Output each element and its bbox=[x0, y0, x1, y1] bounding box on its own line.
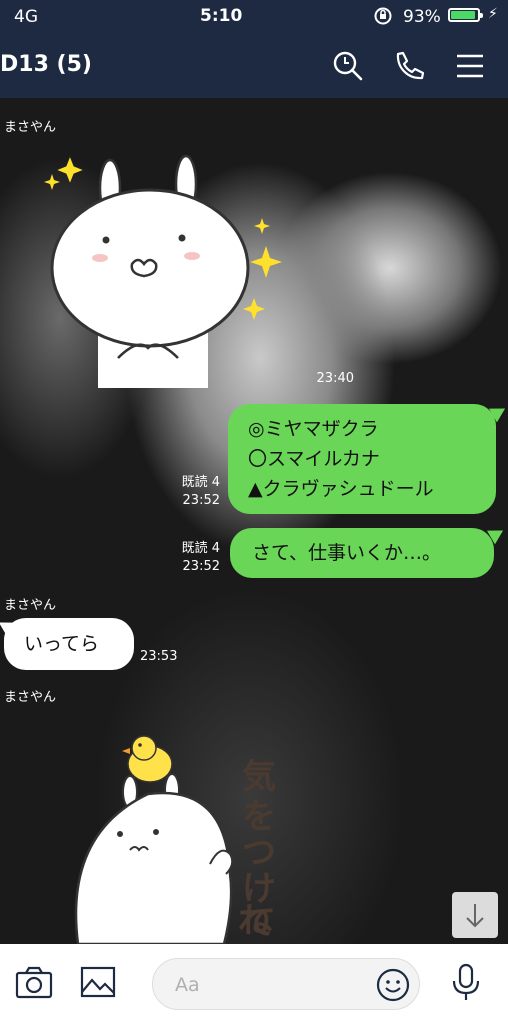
phone-icon[interactable] bbox=[390, 48, 426, 84]
search-icon[interactable] bbox=[330, 48, 366, 84]
battery-icon bbox=[448, 8, 483, 22]
microphone-icon[interactable] bbox=[446, 962, 486, 1002]
read-receipt: 既読 4 23:52 bbox=[166, 474, 220, 510]
svg-text:を: を bbox=[242, 797, 276, 837]
charging-bolt-icon: ⚡ bbox=[488, 6, 498, 22]
message-input[interactable] bbox=[173, 971, 357, 999]
message-bubble-outgoing[interactable]: さて、仕事いくか…。 bbox=[230, 528, 494, 578]
message-bubble-outgoing[interactable]: ◎ミヤマザクラ 〇スマイルカナ ▲クラヴァシュドール bbox=[228, 404, 496, 514]
sticker-text: ね bbox=[236, 898, 276, 944]
message-time: 23:53 bbox=[140, 649, 178, 664]
sticker-text-char: 気 bbox=[242, 757, 276, 797]
chat-title: D13 (5) bbox=[0, 52, 92, 77]
sender-name: まさやん bbox=[4, 690, 57, 705]
read-receipt: 既読 4 23:52 bbox=[166, 540, 220, 576]
message-time: 23:40 bbox=[316, 371, 354, 386]
message-time: 23:52 bbox=[182, 559, 220, 574]
rabbit-sparkle-sticker[interactable] bbox=[40, 148, 300, 388]
chat-area[interactable]: まさやん 23:40 既読 4 23:52 ◎ミヤマザクラ 〇スマイルカナ ▲ク… bbox=[0, 98, 508, 944]
message-line: 〇スマイルカナ bbox=[248, 448, 380, 470]
message-line: ▲クラヴァシュドール bbox=[248, 478, 434, 500]
emoji-icon[interactable] bbox=[375, 967, 411, 1003]
rotation-lock-icon bbox=[373, 6, 393, 31]
svg-text:ね: ね bbox=[238, 901, 272, 941]
message-time: 23:52 bbox=[182, 493, 220, 508]
message-text: さて、仕事いくか…。 bbox=[252, 542, 442, 564]
scroll-down-icon bbox=[466, 904, 484, 928]
status-bar: 4G 5:10 93% ⚡ bbox=[0, 0, 508, 32]
image-icon[interactable] bbox=[78, 962, 118, 1002]
scroll-down-button[interactable] bbox=[452, 892, 498, 938]
menu-icon[interactable] bbox=[452, 48, 488, 84]
read-count: 既読 4 bbox=[181, 541, 220, 556]
camera-icon[interactable] bbox=[14, 962, 54, 1002]
svg-text:つ: つ bbox=[242, 833, 276, 873]
sender-name: まさやん bbox=[4, 120, 57, 135]
chat-header: D13 (5) bbox=[0, 32, 508, 98]
read-count: 既読 4 bbox=[181, 475, 220, 490]
message-input-box[interactable] bbox=[152, 958, 420, 1010]
clock: 5:10 bbox=[200, 6, 243, 26]
message-bubble-incoming[interactable]: いってら bbox=[4, 618, 134, 670]
battery-percent: 93% bbox=[403, 7, 441, 27]
carrier-label: 4G bbox=[14, 7, 38, 27]
message-text: いってら bbox=[24, 633, 100, 655]
message-toolbar bbox=[0, 944, 508, 1024]
sender-name: まさやん bbox=[4, 598, 57, 613]
message-line: ◎ミヤマザクラ bbox=[248, 418, 379, 440]
